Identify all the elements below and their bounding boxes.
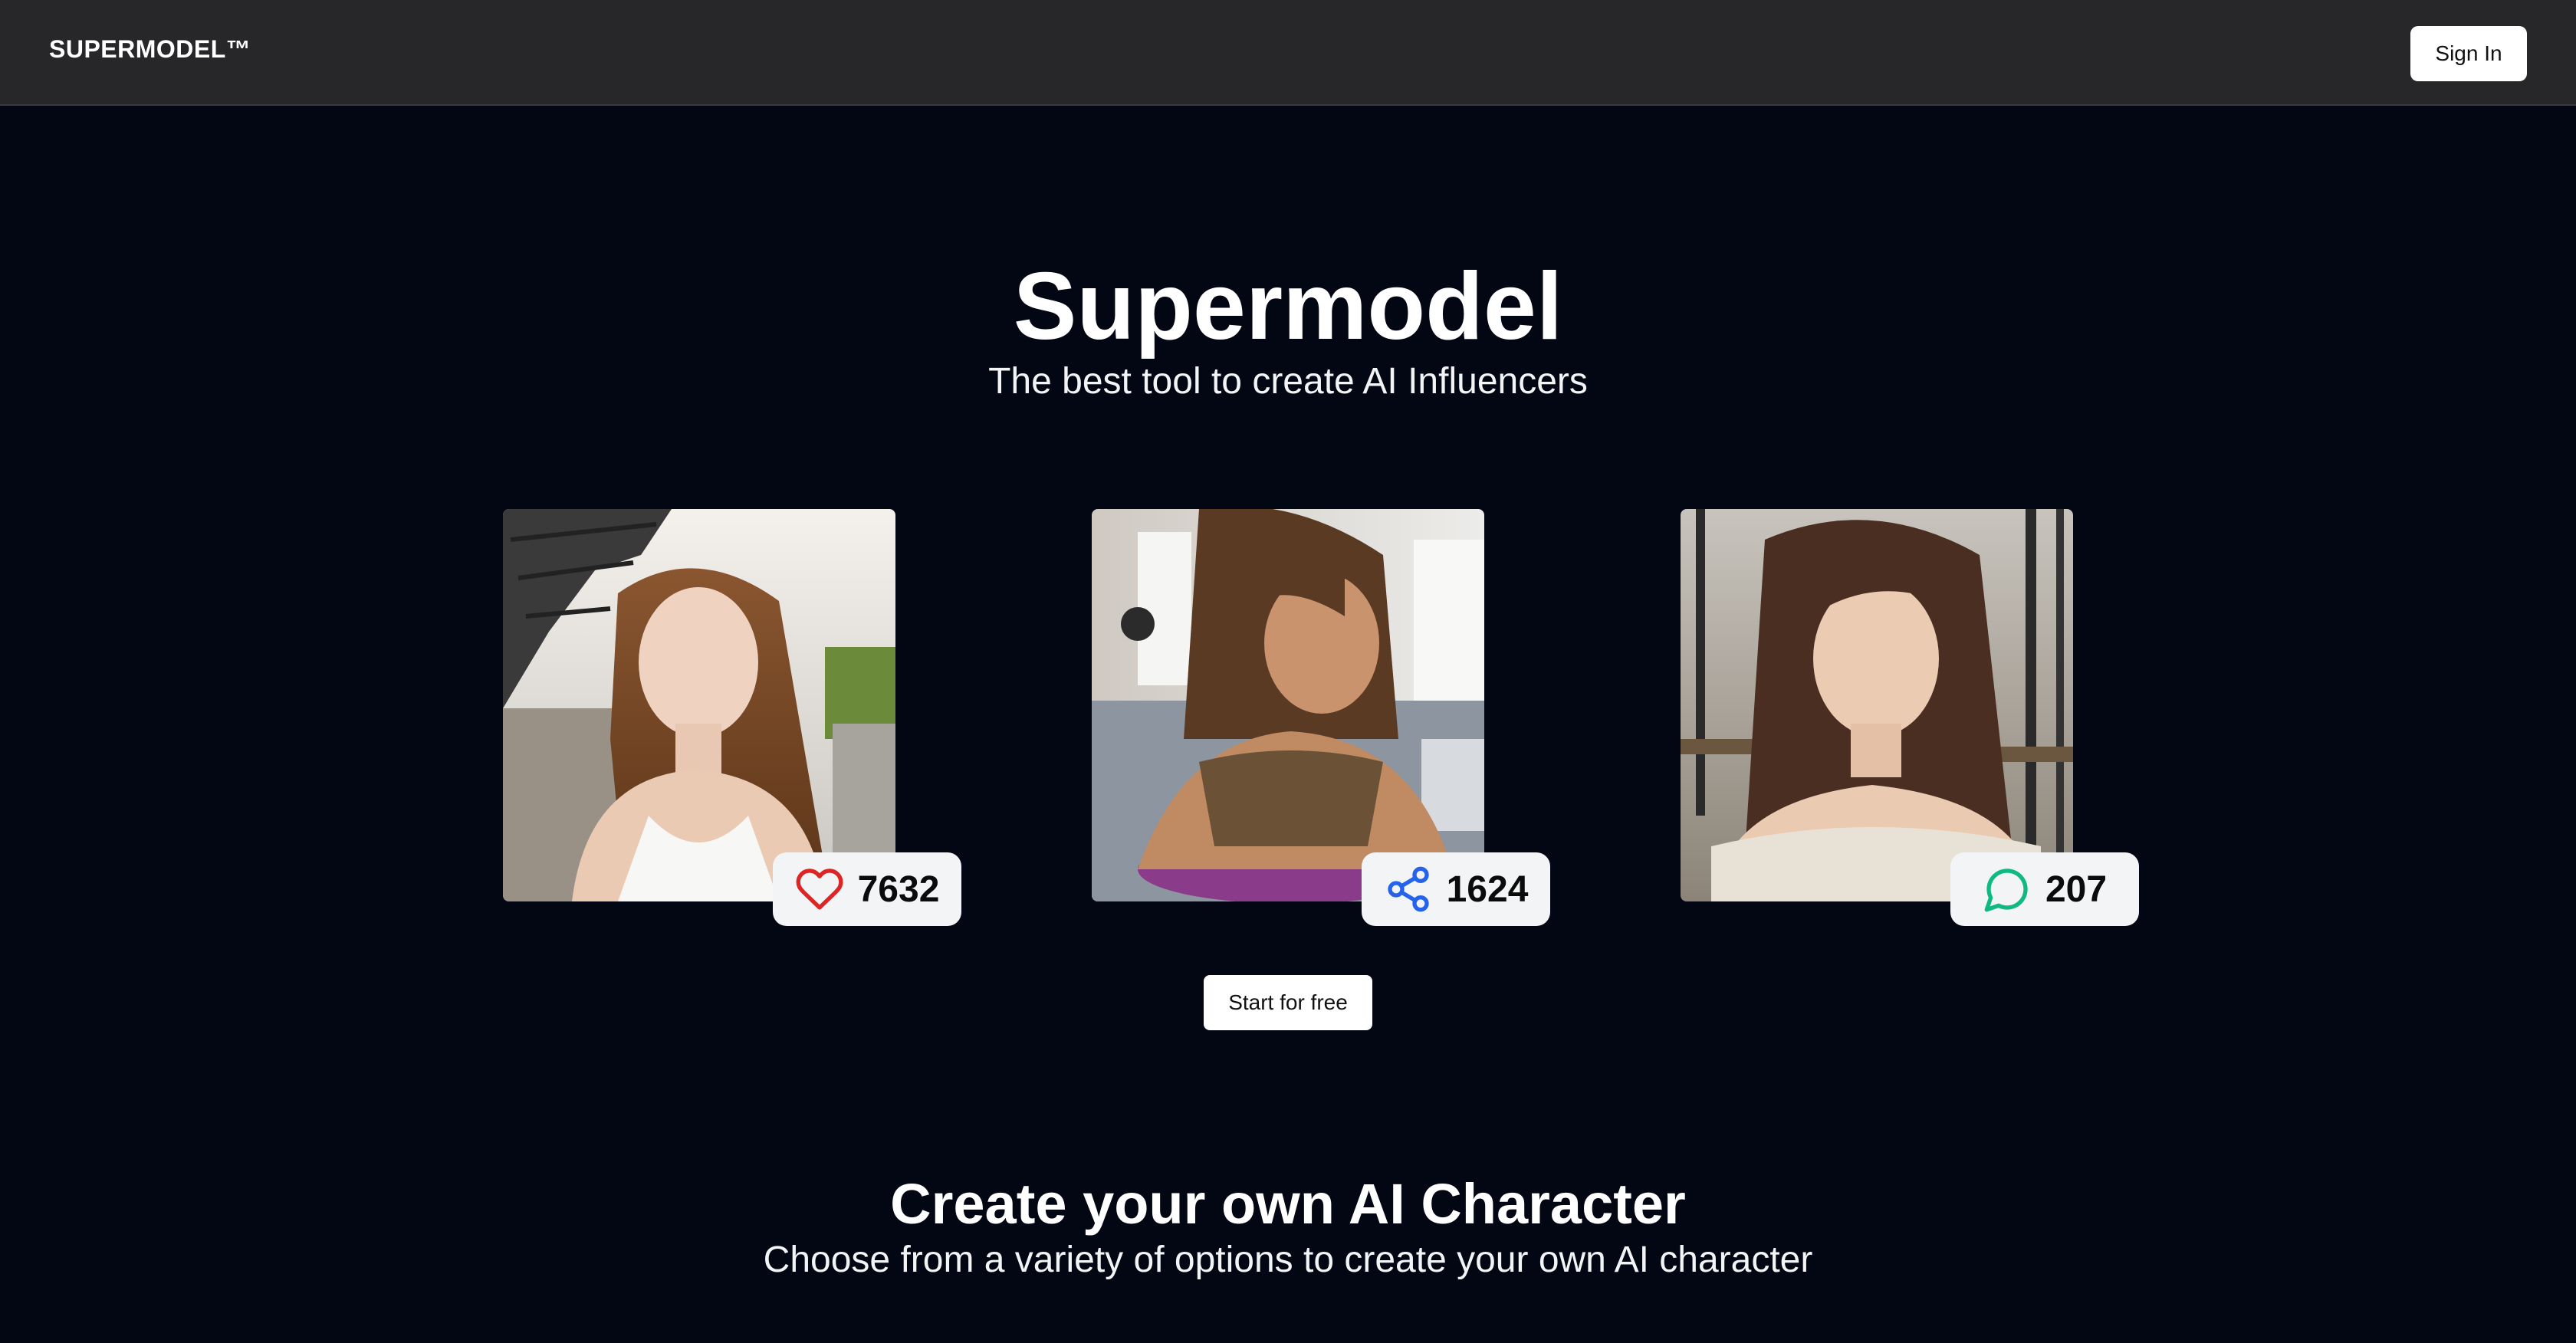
brand-logo[interactable]: SUPERMODEL™ <box>49 35 251 64</box>
likes-badge: 7632 <box>773 852 961 926</box>
influencer-image-cafe <box>1681 509 2073 901</box>
start-for-free-button[interactable]: Start for free <box>1204 975 1372 1030</box>
chat-bubble-icon <box>1983 865 2032 914</box>
top-navbar: SUPERMODEL™ Sign In <box>0 0 2576 106</box>
section-subtitle: Choose from a variety of options to crea… <box>763 1240 1813 1280</box>
gym-photo <box>1092 509 1484 901</box>
hero-title: Supermodel <box>1013 254 1563 360</box>
section-title: Create your own AI Character <box>890 1172 1686 1236</box>
comments-count: 207 <box>2045 869 2108 910</box>
influencer-image-gym <box>1092 509 1484 901</box>
paris-photo <box>503 509 895 901</box>
shares-count: 1624 <box>1446 869 1529 910</box>
shares-badge: 1624 <box>1362 852 1550 926</box>
hero-subtitle: The best tool to create AI Influencers <box>988 361 1588 402</box>
share-icon <box>1384 865 1433 914</box>
heart-icon <box>795 865 844 914</box>
influencer-image-paris <box>503 509 895 901</box>
comments-badge: 207 <box>1950 852 2139 926</box>
sign-in-button[interactable]: Sign In <box>2410 26 2527 81</box>
cafe-photo <box>1681 509 2073 901</box>
likes-count: 7632 <box>857 869 940 910</box>
